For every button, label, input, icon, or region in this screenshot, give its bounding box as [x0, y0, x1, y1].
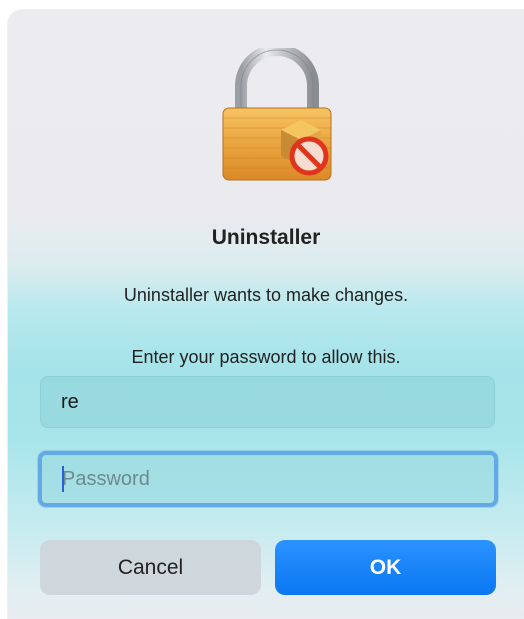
username-field[interactable] — [40, 376, 495, 428]
lock-package-icon — [222, 48, 332, 181]
ok-button[interactable]: OK — [275, 540, 496, 595]
dialog-message: Uninstaller wants to make changes. — [123, 285, 409, 305]
auth-dialog: Uninstaller Uninstaller wants to make ch… — [8, 10, 524, 619]
cancel-button[interactable]: Cancel — [40, 540, 261, 595]
text-cursor — [62, 466, 64, 492]
dialog-title: Uninstaller — [211, 226, 321, 249]
dialog-prompt: Enter your password to allow this. — [131, 347, 401, 367]
password-field[interactable] — [38, 451, 498, 507]
